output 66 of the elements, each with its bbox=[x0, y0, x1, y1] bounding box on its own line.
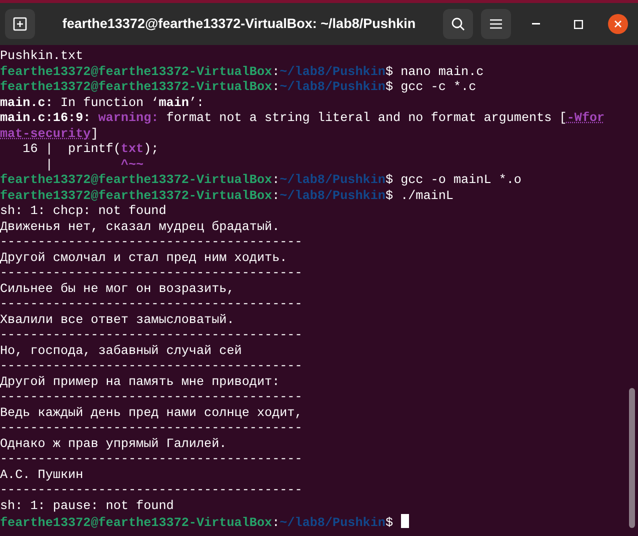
output-text: ] bbox=[90, 126, 98, 140]
output-text: А.С. Пушкин bbox=[0, 468, 84, 482]
prompt-user: fearthe13372@fearthe13372-VirtualBox bbox=[0, 64, 272, 78]
output-text: main.c:16:9: bbox=[0, 111, 92, 125]
output-text: Ведь каждый день пред нами солнце ходит, bbox=[0, 406, 302, 420]
output-text: : bbox=[272, 173, 280, 187]
warning-label: warning: bbox=[98, 111, 159, 125]
prompt-user: fearthe13372@fearthe13372-VirtualBox bbox=[0, 173, 272, 187]
output-text: 16 | printf( bbox=[22, 142, 121, 156]
output-text: Но, господа, забавный случай сей bbox=[0, 344, 242, 358]
output-text: ); bbox=[144, 142, 159, 156]
output-text: : bbox=[272, 516, 280, 530]
output-text: main bbox=[158, 96, 189, 110]
prompt-path: ~/lab8/Pushkin bbox=[280, 80, 386, 94]
maximize-icon bbox=[574, 20, 582, 28]
output-text: main.c: bbox=[0, 96, 53, 110]
window-title: fearthe13372@fearthe13372-VirtualBox: ~/lab8/Pushkin bbox=[61, 14, 417, 33]
prompt-path: ~/lab8/Pushkin bbox=[280, 173, 386, 187]
search-icon bbox=[451, 17, 465, 31]
output-text: | bbox=[44, 158, 54, 172]
prompt-user: fearthe13372@fearthe13372-VirtualBox bbox=[0, 516, 272, 530]
highlighted-code: txt bbox=[120, 142, 144, 156]
output-text: $ bbox=[385, 516, 394, 530]
output-text: : bbox=[272, 80, 280, 94]
prompt-user: fearthe13372@fearthe13372-VirtualBox bbox=[0, 80, 272, 94]
output-text: $ gcc -o mainL *.o bbox=[385, 173, 522, 187]
scrollbar-thumb[interactable] bbox=[629, 388, 635, 528]
search-button[interactable] bbox=[443, 9, 473, 39]
output-text: ---------------------------------------- bbox=[0, 359, 302, 373]
close-icon bbox=[614, 20, 622, 28]
output-text: ---------------------------------------- bbox=[0, 452, 302, 466]
menu-icon bbox=[490, 19, 502, 29]
output-text: format not a string literal and no format arguments [ bbox=[165, 111, 567, 125]
close-button[interactable] bbox=[608, 14, 628, 34]
output-text: $ nano main.c bbox=[385, 64, 484, 78]
prompt-path: ~/lab8/Pushkin bbox=[280, 188, 386, 202]
minimize-icon bbox=[532, 23, 540, 25]
output-text: Движенья нет, сказал мудрец брадатый. bbox=[0, 220, 280, 234]
output-text: Однако ж прав упрямый Галилей. bbox=[0, 436, 227, 450]
output-text: ---------------------------------------- bbox=[0, 266, 302, 280]
output-text: ---------------------------------------- bbox=[0, 328, 302, 342]
new-tab-icon bbox=[13, 17, 27, 31]
output-text: sh: 1: pause: not found bbox=[0, 498, 174, 512]
output-text: sh: 1: chcp: not found bbox=[0, 204, 166, 218]
output-text: : bbox=[272, 188, 280, 202]
output-text: Хвалили все ответ замысловатый. bbox=[0, 312, 234, 326]
prompt-path: ~/lab8/Pushkin bbox=[280, 64, 386, 78]
output-text: ---------------------------------------- bbox=[0, 483, 302, 497]
highlighted-code: ^~~ bbox=[120, 158, 144, 172]
output-text: : bbox=[272, 64, 280, 78]
output-text: ---------------------------------------- bbox=[0, 390, 302, 404]
output-text: $ ./mainL bbox=[385, 188, 454, 202]
output-text: ---------------------------------------- bbox=[0, 421, 302, 435]
output-text: ’: bbox=[188, 96, 204, 110]
output-text: Другой пример на память мне приводит: bbox=[0, 374, 280, 388]
prompt-user: fearthe13372@fearthe13372-VirtualBox bbox=[0, 188, 272, 202]
output-text: In function ‘ bbox=[59, 96, 159, 110]
prompt-path: ~/lab8/Pushkin bbox=[280, 516, 386, 530]
output-text: ---------------------------------------- bbox=[0, 235, 302, 249]
output-text: Сильнее бы не мог он возразить, bbox=[0, 282, 234, 296]
output-text: Pushkin.txt bbox=[0, 49, 84, 63]
output-text: $ gcc -c *.c bbox=[385, 80, 476, 94]
new-tab-button[interactable] bbox=[5, 9, 35, 39]
menu-button[interactable] bbox=[481, 9, 511, 39]
output-text: Другой смолчал и стал пред ним ходить. bbox=[0, 250, 288, 264]
output-text: ---------------------------------------- bbox=[0, 297, 302, 311]
